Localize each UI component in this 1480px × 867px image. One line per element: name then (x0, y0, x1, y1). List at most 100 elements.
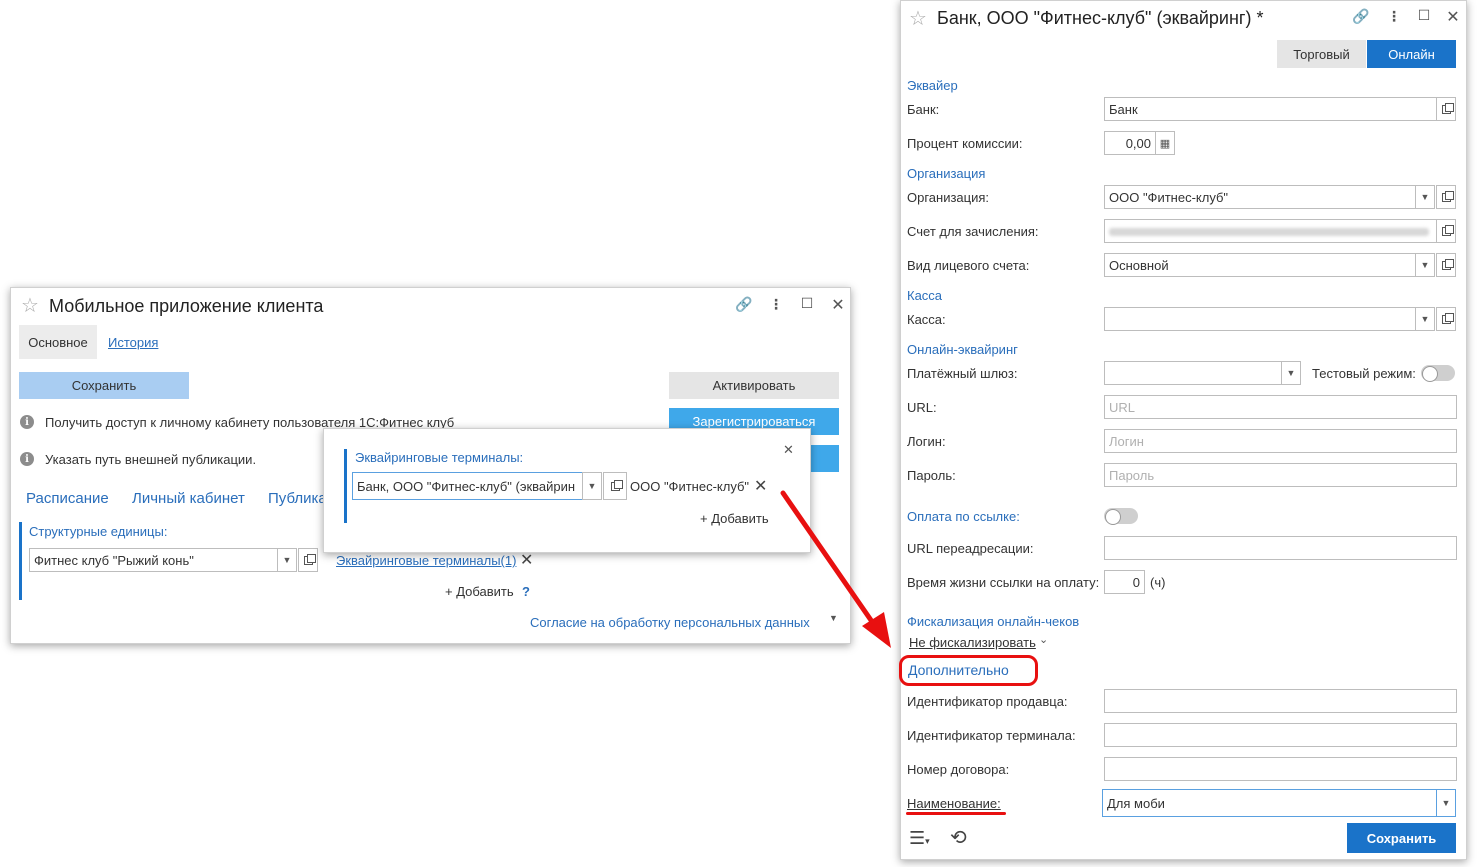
name-label: Наименование: (907, 796, 1001, 811)
struct-unit-field[interactable]: Фитнес клуб "Рыжий конь" (29, 548, 278, 572)
test-mode-toggle[interactable] (1421, 365, 1455, 382)
link-lifetime-field[interactable]: 0 (1104, 570, 1145, 594)
remove-icon[interactable]: ✕ (520, 550, 533, 570)
terminals-link[interactable]: Эквайринговые терминалы(1) (336, 553, 516, 568)
acquiring-window: ☆ Банк, ООО "Фитнес-клуб" (эквайринг) * … (899, 0, 1467, 860)
dropdown-button[interactable]: ▼ (1415, 253, 1435, 277)
nav-schedule[interactable]: Расписание (26, 490, 109, 507)
save-button[interactable]: Сохранить (19, 372, 189, 399)
bank-label: Банк: (907, 102, 940, 117)
struct-units-label: Структурные единицы: (29, 524, 168, 539)
commission-field[interactable]: 0,00 (1104, 131, 1156, 155)
dropdown-button[interactable]: ▼ (1415, 185, 1435, 209)
dropdown-button[interactable]: ▼ (1281, 361, 1301, 385)
account-type-field[interactable]: Основной (1104, 253, 1416, 277)
login-field[interactable]: Логин (1104, 429, 1457, 453)
name-field[interactable]: Для моби (1102, 789, 1437, 817)
tab-main[interactable]: Основное (19, 325, 97, 359)
password-field[interactable]: Пароль (1104, 463, 1457, 487)
tab-history[interactable]: История (108, 335, 158, 350)
nav-personal-cabinet[interactable]: Личный кабинет (132, 490, 245, 507)
close-icon[interactable]: ✕ (783, 442, 794, 458)
close-icon[interactable]: ✕ (1444, 7, 1462, 27)
consent-link[interactable]: Согласие на обработку персональных данны… (530, 615, 810, 630)
more-menu-icon[interactable]: ⋮ (1385, 8, 1403, 25)
open-icon (610, 479, 623, 491)
account-field[interactable] (1104, 219, 1437, 243)
add-button[interactable]: + Добавить (700, 511, 769, 526)
open-button[interactable] (603, 472, 627, 500)
chevron-down-icon: ▼ (282, 555, 292, 565)
chevron-down-icon: ▼ (1420, 314, 1430, 324)
tab-trading[interactable]: Торговый (1277, 40, 1366, 68)
open-button[interactable] (1436, 253, 1456, 277)
redirect-url-field[interactable] (1104, 536, 1457, 560)
dropdown-button[interactable]: ▼ (1415, 307, 1435, 331)
help-icon[interactable]: ? (522, 584, 530, 599)
terminal-id-field[interactable] (1104, 723, 1457, 747)
secondary-blue-button[interactable] (811, 445, 839, 472)
bank-field[interactable]: Банк (1104, 97, 1437, 121)
add-button[interactable]: + Добавить (445, 584, 514, 599)
gateway-field[interactable] (1104, 361, 1282, 385)
calculator-icon: ▦ (1159, 137, 1171, 150)
open-button[interactable] (1436, 219, 1456, 243)
open-icon (1441, 102, 1454, 114)
contract-no-label: Номер договора: (907, 762, 1010, 777)
activate-button[interactable]: Активировать (669, 372, 839, 399)
group-indicator (19, 522, 22, 600)
section-acquirer: Эквайер (907, 78, 958, 93)
chevron-down-icon: ▼ (1420, 260, 1430, 270)
pay-link-label: Оплата по ссылке: (907, 509, 1020, 524)
dropdown-button[interactable]: ▼ (582, 472, 602, 500)
login-label: Логин: (907, 434, 946, 449)
annotation-underline (906, 812, 1006, 815)
open-button[interactable] (1436, 307, 1456, 331)
gateway-label: Платёжный шлюз: (907, 366, 1018, 381)
more-menu-icon[interactable]: ⋮ (767, 296, 785, 313)
url-field[interactable]: URL (1104, 395, 1457, 419)
maximize-icon[interactable]: ☐ (798, 295, 816, 312)
dropdown-button[interactable]: ▼ (1436, 789, 1456, 817)
nav-publication[interactable]: Публика (268, 490, 327, 507)
contract-no-field[interactable] (1104, 757, 1457, 781)
terminal-id-label: Идентификатор терминала: (907, 728, 1076, 743)
chevron-down-icon: ▼ (1420, 192, 1430, 202)
seller-id-label: Идентификатор продавца: (907, 694, 1068, 709)
open-button[interactable] (1436, 185, 1456, 209)
favorite-star-icon[interactable]: ☆ (909, 6, 927, 31)
info-icon: i (20, 452, 34, 466)
link-icon[interactable]: 🔗 (735, 296, 753, 313)
chevron-down-icon[interactable]: ▼ (829, 613, 838, 623)
chevron-down-icon: ▼ (1441, 798, 1451, 808)
history-icon[interactable]: ⟲ (950, 825, 967, 850)
open-icon (1441, 190, 1454, 202)
cash-field[interactable] (1104, 307, 1416, 331)
open-icon (1441, 258, 1454, 270)
pay-link-toggle[interactable] (1104, 508, 1138, 525)
chevron-down-icon[interactable]: ⌄ (1039, 633, 1048, 646)
popup-label: Эквайринговые терминалы: (355, 450, 524, 465)
menu-icon[interactable]: ☰▾ (909, 828, 930, 849)
section-online: Онлайн-эквайринг (907, 342, 1018, 357)
fiscal-mode-link[interactable]: Не фискализировать (909, 635, 1036, 650)
open-button[interactable] (1436, 97, 1456, 121)
dropdown-button[interactable]: ▼ (277, 548, 297, 572)
commission-label: Процент комиссии: (907, 136, 1023, 151)
chevron-down-icon: ▼ (1286, 368, 1296, 378)
link-icon[interactable]: 🔗 (1352, 8, 1370, 25)
test-mode-label: Тестовый режим: (1312, 366, 1416, 381)
link-lifetime-label: Время жизни ссылки на оплату: (907, 575, 1100, 590)
close-icon[interactable]: ✕ (829, 295, 847, 315)
seller-id-field[interactable] (1104, 689, 1457, 713)
remove-icon[interactable]: ✕ (754, 476, 767, 496)
organization-field[interactable]: ООО "Фитнес-клуб" (1104, 185, 1416, 209)
open-button[interactable] (298, 548, 318, 572)
terminal-field[interactable]: Банк, ООО "Фитнес-клуб" (эквайрин (352, 472, 584, 500)
calculator-button[interactable]: ▦ (1155, 131, 1175, 155)
tab-online[interactable]: Онлайн (1367, 40, 1456, 68)
maximize-icon[interactable]: ☐ (1415, 7, 1433, 24)
section-cash: Касса (907, 288, 943, 303)
favorite-star-icon[interactable]: ☆ (21, 293, 39, 318)
save-button[interactable]: Сохранить (1347, 823, 1456, 853)
